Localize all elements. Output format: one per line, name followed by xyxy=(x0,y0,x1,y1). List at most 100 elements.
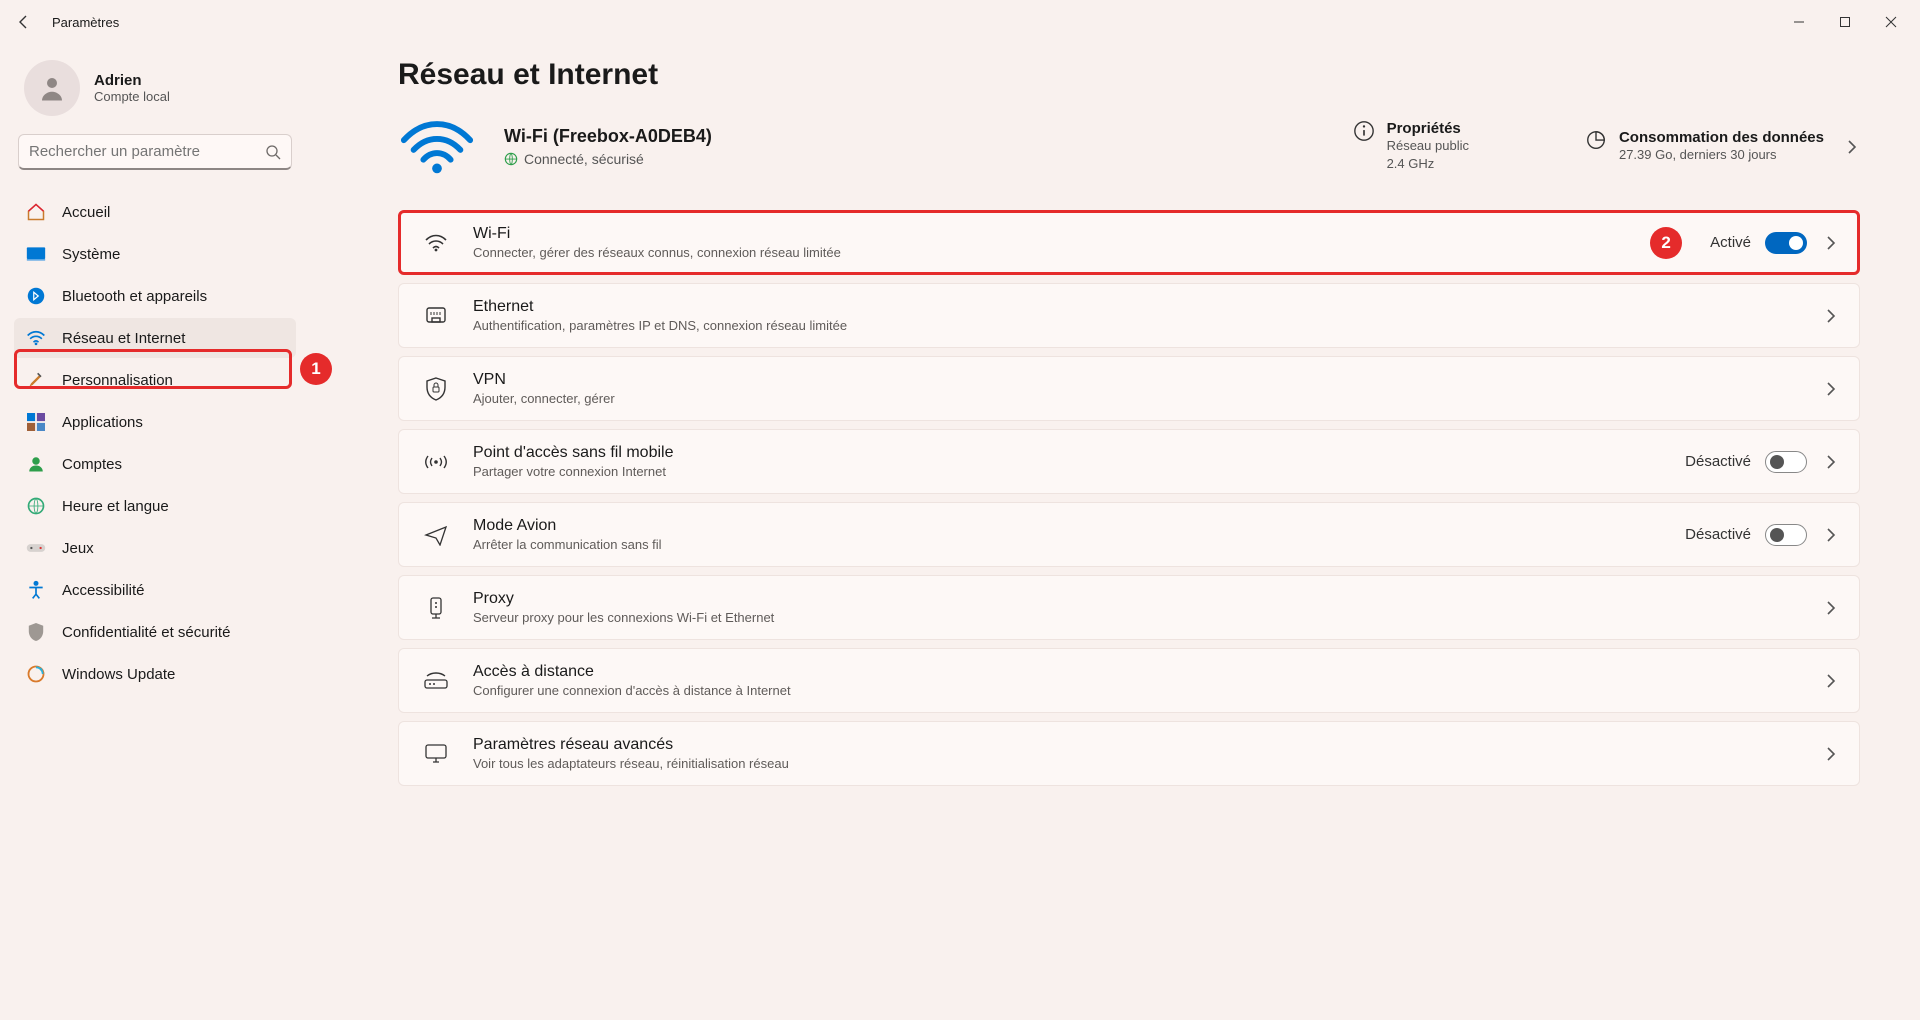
row-sub: Voir tous les adaptateurs réseau, réinit… xyxy=(473,756,1823,771)
accessibility-icon xyxy=(26,580,46,600)
sidebar-item-label: Personnalisation xyxy=(62,372,173,389)
close-button[interactable] xyxy=(1868,6,1914,38)
globe-clock-icon xyxy=(26,496,46,516)
data-usage-title: Consommation des données xyxy=(1619,129,1824,146)
page-title: Réseau et Internet xyxy=(398,58,1860,92)
window-title: Paramètres xyxy=(52,15,119,30)
wifi-icon xyxy=(419,233,453,253)
properties-title: Propriétés xyxy=(1387,120,1469,137)
update-icon xyxy=(26,664,46,684)
network-status-row: Wi-Fi (Freebox-A0DEB4) Connecté, sécuris… xyxy=(398,118,1860,174)
ethernet-icon xyxy=(419,305,453,327)
chevron-right-icon xyxy=(1823,673,1839,689)
maximize-button[interactable] xyxy=(1822,6,1868,38)
sidebar-item-label: Accessibilité xyxy=(62,582,145,599)
chevron-right-icon xyxy=(1823,235,1839,251)
proxy-icon xyxy=(419,596,453,620)
row-advanced[interactable]: Paramètres réseau avancés Voir tous les … xyxy=(398,721,1860,786)
row-title: Proxy xyxy=(473,590,1823,608)
sidebar-item-label: Heure et langue xyxy=(62,498,169,515)
sidebar-item-label: Accueil xyxy=(62,204,110,221)
bluetooth-icon xyxy=(26,286,46,306)
row-wifi[interactable]: Wi-Fi Connecter, gérer des réseaux connu… xyxy=(398,210,1860,275)
shield-icon xyxy=(26,622,46,642)
sidebar-item-system[interactable]: Système xyxy=(14,234,296,274)
monitor-settings-icon xyxy=(419,743,453,765)
gamepad-icon xyxy=(26,538,46,558)
data-usage-icon xyxy=(1585,129,1607,151)
sidebar-item-accessibility[interactable]: Accessibilité xyxy=(14,570,296,610)
properties-block[interactable]: Propriétés Réseau public2.4 GHz xyxy=(1353,120,1469,172)
sidebar-item-accounts[interactable]: Comptes xyxy=(14,444,296,484)
hotspot-icon xyxy=(419,452,453,472)
arrow-left-icon xyxy=(16,14,32,30)
home-icon xyxy=(26,202,46,222)
row-sub: Arrêter la communication sans fil xyxy=(473,537,1685,552)
sidebar-item-privacy[interactable]: Confidentialité et sécurité xyxy=(14,612,296,652)
chevron-right-icon xyxy=(1823,308,1839,324)
row-sub: Partager votre connexion Internet xyxy=(473,464,1685,479)
minimize-icon xyxy=(1793,16,1805,28)
row-title: Paramètres réseau avancés xyxy=(473,736,1823,754)
annotation-badge-2: 2 xyxy=(1650,227,1682,259)
chevron-right-icon xyxy=(1823,746,1839,762)
wifi-state-label: Activé xyxy=(1710,234,1751,251)
airplane-toggle[interactable] xyxy=(1765,524,1807,546)
search-input[interactable] xyxy=(29,143,265,160)
sidebar-item-time-language[interactable]: Heure et langue xyxy=(14,486,296,526)
avatar xyxy=(24,60,80,116)
wifi-ssid: Wi-Fi (Freebox-A0DEB4) xyxy=(504,126,712,147)
sidebar-item-home[interactable]: Accueil xyxy=(14,192,296,232)
sidebar-item-bluetooth[interactable]: Bluetooth et appareils xyxy=(14,276,296,316)
wifi-state: Connecté, sécurisé xyxy=(524,151,644,167)
sidebar-item-label: Réseau et Internet xyxy=(62,330,185,347)
person-icon xyxy=(37,73,67,103)
row-vpn[interactable]: VPN Ajouter, connecter, gérer xyxy=(398,356,1860,421)
back-button[interactable] xyxy=(6,4,42,40)
row-title: Wi-Fi xyxy=(473,225,1650,243)
vpn-shield-icon xyxy=(419,377,453,401)
row-sub: Authentification, paramètres IP et DNS, … xyxy=(473,318,1823,333)
row-proxy[interactable]: Proxy Serveur proxy pour les connexions … xyxy=(398,575,1860,640)
account-icon xyxy=(26,454,46,474)
row-title: VPN xyxy=(473,371,1823,389)
sidebar-item-label: Confidentialité et sécurité xyxy=(62,624,230,641)
row-title: Ethernet xyxy=(473,298,1823,316)
data-usage-block[interactable]: Consommation des données 27.39 Go, derni… xyxy=(1585,129,1860,164)
row-title: Point d'accès sans fil mobile xyxy=(473,444,1685,462)
row-sub: Serveur proxy pour les connexions Wi-Fi … xyxy=(473,610,1823,625)
row-title: Accès à distance xyxy=(473,663,1823,681)
sidebar-item-personalization[interactable]: Personnalisation xyxy=(14,360,296,400)
row-sub: Configurer une connexion d'accès à dista… xyxy=(473,683,1823,698)
dialup-icon xyxy=(419,672,453,690)
chevron-right-icon xyxy=(1844,139,1860,155)
row-airplane[interactable]: Mode Avion Arrêter la communication sans… xyxy=(398,502,1860,567)
row-ethernet[interactable]: Ethernet Authentification, paramètres IP… xyxy=(398,283,1860,348)
search-box[interactable] xyxy=(18,134,292,170)
hotspot-toggle[interactable] xyxy=(1765,451,1807,473)
row-hotspot[interactable]: Point d'accès sans fil mobile Partager v… xyxy=(398,429,1860,494)
chevron-right-icon xyxy=(1823,454,1839,470)
sidebar-item-update[interactable]: Windows Update xyxy=(14,654,296,694)
sidebar-item-gaming[interactable]: Jeux xyxy=(14,528,296,568)
sidebar-item-label: Système xyxy=(62,246,120,263)
sidebar-item-network[interactable]: Réseau et Internet xyxy=(14,318,296,358)
sidebar-item-label: Windows Update xyxy=(62,666,175,683)
system-icon xyxy=(26,244,46,264)
minimize-button[interactable] xyxy=(1776,6,1822,38)
sidebar-item-label: Bluetooth et appareils xyxy=(62,288,207,305)
chevron-right-icon xyxy=(1823,527,1839,543)
hotspot-state-label: Désactivé xyxy=(1685,453,1751,470)
wifi-icon xyxy=(26,328,46,348)
row-remote[interactable]: Accès à distance Configurer une connexio… xyxy=(398,648,1860,713)
sidebar-item-label: Jeux xyxy=(62,540,94,557)
wifi-toggle[interactable] xyxy=(1765,232,1807,254)
sidebar-item-label: Applications xyxy=(62,414,143,431)
brush-icon xyxy=(26,370,46,390)
info-icon xyxy=(1353,120,1375,142)
airplane-icon xyxy=(419,524,453,546)
sidebar-item-apps[interactable]: Applications xyxy=(14,402,296,442)
user-profile[interactable]: Adrien Compte local xyxy=(24,60,290,116)
data-usage-sub: 27.39 Go, derniers 30 jours xyxy=(1619,146,1824,164)
apps-icon xyxy=(26,412,46,432)
